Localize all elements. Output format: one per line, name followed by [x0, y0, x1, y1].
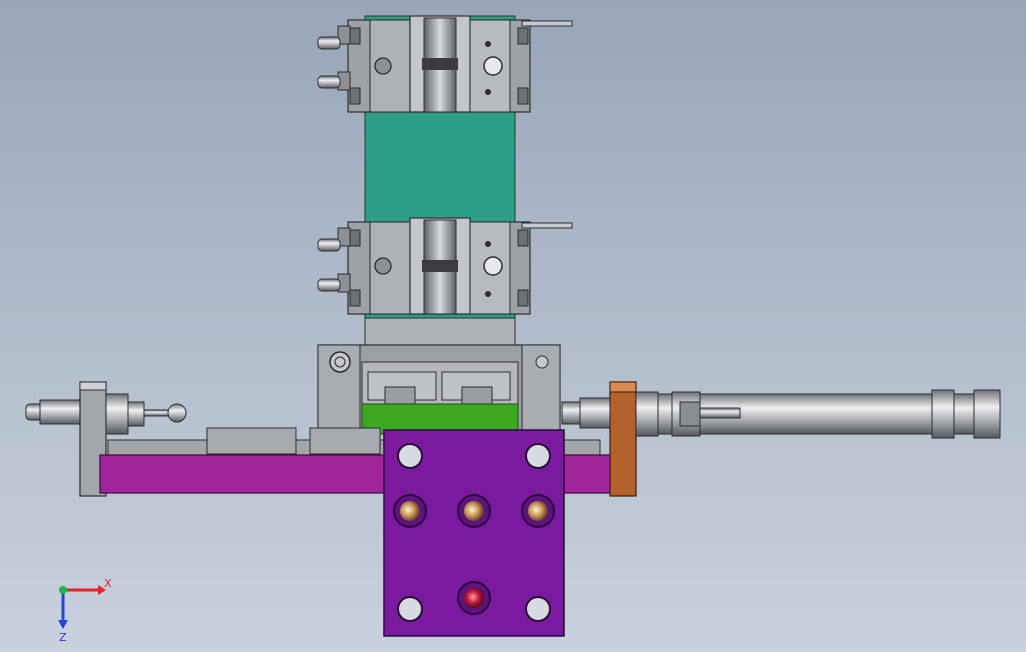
plate-hole: [525, 443, 551, 469]
purple-base-plate: [383, 429, 565, 637]
center-mount-block: [309, 427, 381, 455]
upper-gripper-assembly: [317, 15, 573, 113]
plate-hole: [525, 596, 551, 622]
lower-gripper-assembly: [317, 217, 573, 315]
coordinate-triad: X Z: [58, 577, 112, 644]
copper-end-stop: [609, 381, 637, 497]
z-axis-label: Z: [59, 631, 67, 644]
cad-viewport[interactable]: X Z: [0, 0, 1026, 652]
plate-hole: [397, 443, 423, 469]
left-mount-block: [206, 427, 297, 455]
plate-hole: [397, 596, 423, 622]
cad-assembly-view: X Z: [25, 15, 1001, 644]
x-axis-label: X: [104, 577, 112, 590]
y-axis-dot: [59, 586, 67, 594]
